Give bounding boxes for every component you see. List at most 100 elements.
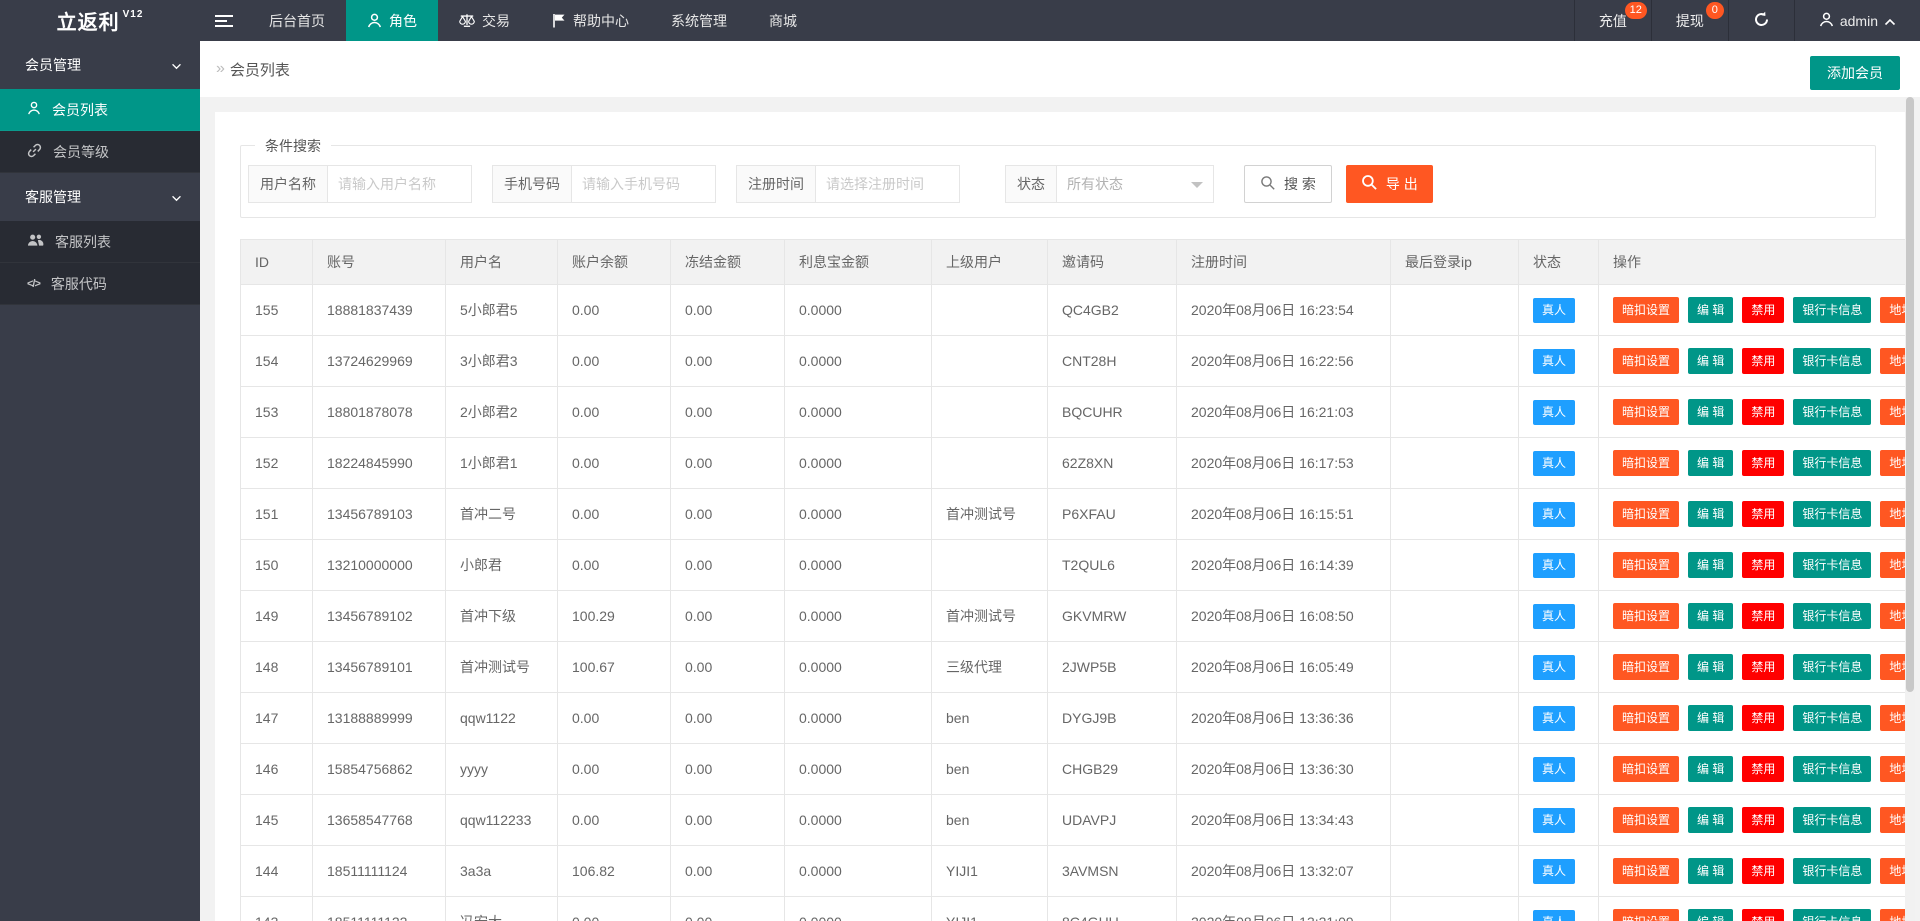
action-button-暗扣设置[interactable]: 暗扣设置 [1613,297,1679,323]
search-field-input-用户名称[interactable] [328,165,472,203]
action-button-禁用[interactable]: 禁用 [1742,756,1784,782]
action-button-银行卡信息[interactable]: 银行卡信息 [1793,297,1871,323]
action-button-禁用[interactable]: 禁用 [1742,348,1784,374]
nav-item-帮助中心[interactable]: 帮助中心 [531,0,650,41]
sidebar-item-客服列表[interactable]: 客服列表 [0,221,200,263]
cell-注册时间: 2020年08月06日 16:15:51 [1177,489,1391,540]
action-button-地址[interactable]: 地址 [1880,552,1905,578]
action-button-编 辑[interactable]: 编 辑 [1688,654,1733,680]
cell-状态: 真人 [1519,438,1599,489]
cell-最后登录ip [1391,591,1519,642]
action-button-编 辑[interactable]: 编 辑 [1688,807,1733,833]
action-button-地址[interactable]: 地址 [1880,501,1905,527]
action-button-暗扣设置[interactable]: 暗扣设置 [1613,552,1679,578]
sidebar-collapse-icon[interactable] [200,0,248,41]
action-button-地址[interactable]: 地址 [1880,348,1905,374]
action-button-地址[interactable]: 地址 [1880,654,1905,680]
nav-item-后台首页[interactable]: 后台首页 [248,0,346,41]
action-button-银行卡信息[interactable]: 银行卡信息 [1793,756,1871,782]
action-button-暗扣设置[interactable]: 暗扣设置 [1613,756,1679,782]
status-select[interactable]: 所有状态 [1057,165,1214,203]
sidebar-item-会员等级[interactable]: 会员等级 [0,131,200,173]
action-button-暗扣设置[interactable]: 暗扣设置 [1613,348,1679,374]
cell-冻结金额: 0.00 [671,336,785,387]
action-button-银行卡信息[interactable]: 银行卡信息 [1793,552,1871,578]
action-button-银行卡信息[interactable]: 银行卡信息 [1793,450,1871,476]
cell-操作: 暗扣设置编 辑禁用银行卡信息地址 [1599,336,1906,387]
export-button[interactable]: 导 出 [1346,165,1433,203]
action-button-地址[interactable]: 地址 [1880,807,1905,833]
action-button-地址[interactable]: 地址 [1880,705,1905,731]
action-button-暗扣设置[interactable]: 暗扣设置 [1613,858,1679,884]
status-filter-label: 状态 [1005,165,1057,203]
action-button-禁用[interactable]: 禁用 [1742,858,1784,884]
action-button-编 辑[interactable]: 编 辑 [1688,399,1733,425]
action-button-编 辑[interactable]: 编 辑 [1688,450,1733,476]
action-button-禁用[interactable]: 禁用 [1742,807,1784,833]
action-button-暗扣设置[interactable]: 暗扣设置 [1613,909,1679,921]
action-button-暗扣设置[interactable]: 暗扣设置 [1613,603,1679,629]
action-button-编 辑[interactable]: 编 辑 [1688,705,1733,731]
action-button-地址[interactable]: 地址 [1880,399,1905,425]
action-button-禁用[interactable]: 禁用 [1742,399,1784,425]
action-button-暗扣设置[interactable]: 暗扣设置 [1613,654,1679,680]
action-button-禁用[interactable]: 禁用 [1742,603,1784,629]
action-button-银行卡信息[interactable]: 银行卡信息 [1793,909,1871,921]
cell-账号: 18224845990 [313,438,446,489]
withdraw-menu-item[interactable]: 提现 0 [1651,0,1728,41]
cell-ID: 144 [241,846,313,897]
action-button-暗扣设置[interactable]: 暗扣设置 [1613,399,1679,425]
action-button-编 辑[interactable]: 编 辑 [1688,858,1733,884]
action-button-禁用[interactable]: 禁用 [1742,705,1784,731]
recharge-menu-item[interactable]: 充值 12 [1574,0,1651,41]
nav-item-角色[interactable]: 角色 [346,0,438,41]
search-field-input-注册时间[interactable] [816,165,960,203]
admin-user-menu[interactable]: admin [1794,0,1920,41]
action-button-禁用[interactable]: 禁用 [1742,297,1784,323]
action-button-禁用[interactable]: 禁用 [1742,501,1784,527]
action-button-银行卡信息[interactable]: 银行卡信息 [1793,603,1871,629]
sidebar-group-客服管理[interactable]: 客服管理 [0,173,200,221]
action-button-编 辑[interactable]: 编 辑 [1688,909,1733,921]
action-button-暗扣设置[interactable]: 暗扣设置 [1613,501,1679,527]
action-button-编 辑[interactable]: 编 辑 [1688,756,1733,782]
nav-item-商城[interactable]: 商城 [748,0,818,41]
search-field-input-手机号码[interactable] [572,165,716,203]
action-button-编 辑[interactable]: 编 辑 [1688,348,1733,374]
action-button-银行卡信息[interactable]: 银行卡信息 [1793,654,1871,680]
action-button-银行卡信息[interactable]: 银行卡信息 [1793,858,1871,884]
action-button-编 辑[interactable]: 编 辑 [1688,603,1733,629]
nav-item-交易[interactable]: 交易 [438,0,531,41]
action-button-暗扣设置[interactable]: 暗扣设置 [1613,450,1679,476]
action-button-地址[interactable]: 地址 [1880,858,1905,884]
action-button-暗扣设置[interactable]: 暗扣设置 [1613,807,1679,833]
action-button-编 辑[interactable]: 编 辑 [1688,297,1733,323]
action-button-编 辑[interactable]: 编 辑 [1688,552,1733,578]
sidebar-item-会员列表[interactable]: 会员列表 [0,89,200,131]
action-button-地址[interactable]: 地址 [1880,450,1905,476]
refresh-button[interactable] [1728,0,1794,41]
action-button-禁用[interactable]: 禁用 [1742,909,1784,921]
action-button-银行卡信息[interactable]: 银行卡信息 [1793,705,1871,731]
nav-item-系统管理[interactable]: 系统管理 [650,0,748,41]
search-button[interactable]: 搜 索 [1244,165,1332,203]
action-button-银行卡信息[interactable]: 银行卡信息 [1793,807,1871,833]
scrollbar-thumb[interactable] [1906,97,1914,692]
cell-上级用户 [932,540,1048,591]
action-button-编 辑[interactable]: 编 辑 [1688,501,1733,527]
action-button-银行卡信息[interactable]: 银行卡信息 [1793,348,1871,374]
action-button-银行卡信息[interactable]: 银行卡信息 [1793,501,1871,527]
cell-账户余额: 106.82 [558,846,671,897]
sidebar-group-会员管理[interactable]: 会员管理 [0,41,200,89]
action-button-禁用[interactable]: 禁用 [1742,450,1784,476]
action-button-地址[interactable]: 地址 [1880,603,1905,629]
action-button-地址[interactable]: 地址 [1880,297,1905,323]
action-button-禁用[interactable]: 禁用 [1742,654,1784,680]
action-button-银行卡信息[interactable]: 银行卡信息 [1793,399,1871,425]
action-button-地址[interactable]: 地址 [1880,756,1905,782]
add-member-button[interactable]: 添加会员 [1810,56,1900,90]
action-button-地址[interactable]: 地址 [1880,909,1905,921]
action-button-禁用[interactable]: 禁用 [1742,552,1784,578]
action-button-暗扣设置[interactable]: 暗扣设置 [1613,705,1679,731]
sidebar-item-客服代码[interactable]: </>客服代码 [0,263,200,305]
